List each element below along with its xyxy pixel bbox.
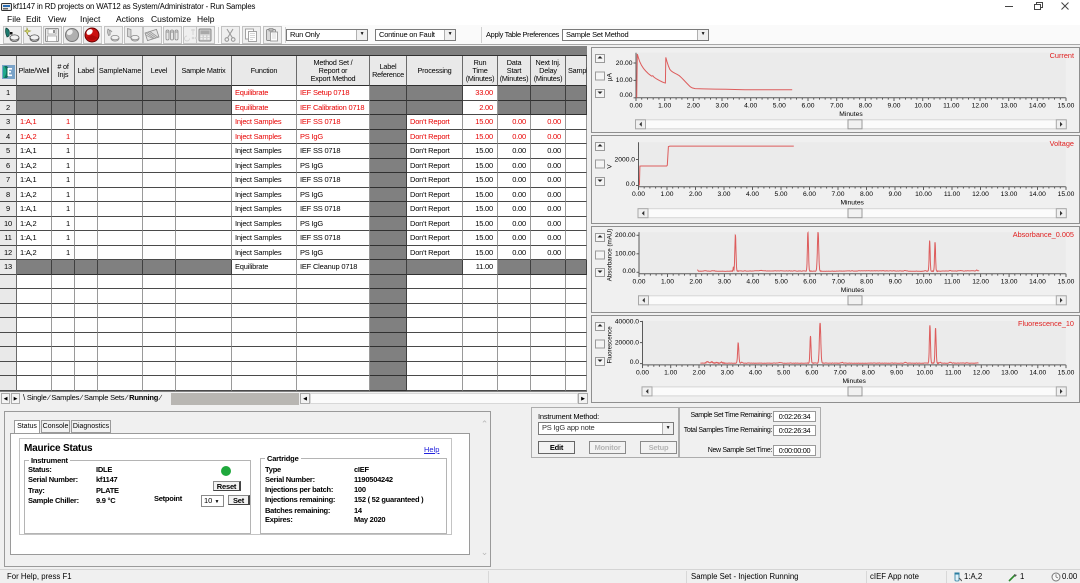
svg-text:20000.0: 20000.0 [615, 339, 639, 346]
svg-text:7.00: 7.00 [834, 369, 847, 376]
svg-text:6.00: 6.00 [805, 369, 818, 376]
svg-text:40000.0: 40000.0 [615, 318, 639, 325]
svg-text:9.00: 9.00 [888, 191, 901, 198]
svg-text:12.00: 12.00 [973, 369, 990, 376]
svg-text:9.00: 9.00 [889, 278, 902, 285]
svg-text:2.00: 2.00 [692, 369, 705, 376]
svg-text:Voltage: Voltage [1050, 139, 1074, 148]
svg-text:0.00: 0.00 [622, 268, 635, 275]
svg-text:5.00: 5.00 [774, 191, 787, 198]
svg-text:7.00: 7.00 [830, 102, 843, 109]
svg-text:2.00: 2.00 [689, 191, 702, 198]
svg-text:8.00: 8.00 [862, 369, 875, 376]
svg-text:5.00: 5.00 [777, 369, 790, 376]
svg-text:Absorbance (mAU): Absorbance (mAU) [606, 229, 613, 282]
svg-text:Minutes: Minutes [839, 111, 863, 118]
svg-text:0.00: 0.00 [629, 102, 642, 109]
svg-text:Current: Current [1050, 51, 1074, 60]
svg-text:Minutes: Minutes [842, 378, 866, 385]
svg-text:5.00: 5.00 [773, 102, 786, 109]
svg-text:0.0: 0.0 [630, 359, 640, 366]
svg-text:Minutes: Minutes [840, 200, 864, 207]
svg-text:10.00: 10.00 [915, 191, 932, 198]
svg-text:Fluorescence: Fluorescence [606, 326, 613, 364]
svg-text:0.00: 0.00 [632, 278, 645, 285]
svg-text:15.00: 15.00 [1058, 278, 1075, 285]
svg-text:3.00: 3.00 [715, 102, 728, 109]
svg-text:12.00: 12.00 [972, 102, 989, 109]
svg-text:10.00: 10.00 [915, 278, 932, 285]
svg-text:10.00: 10.00 [914, 102, 931, 109]
svg-text:11.00: 11.00 [943, 102, 960, 109]
svg-text:7.00: 7.00 [831, 191, 844, 198]
svg-text:9.00: 9.00 [890, 369, 903, 376]
svg-text:Absorbance_0.005: Absorbance_0.005 [1013, 230, 1074, 239]
svg-text:10.00: 10.00 [616, 77, 633, 84]
svg-text:13.00: 13.00 [1001, 369, 1018, 376]
svg-text:1.00: 1.00 [658, 102, 671, 109]
svg-text:11.00: 11.00 [945, 369, 962, 376]
svg-text:12.00: 12.00 [972, 191, 989, 198]
svg-text:2.00: 2.00 [687, 102, 700, 109]
svg-text:Minutes: Minutes [841, 287, 865, 294]
svg-text:6.00: 6.00 [803, 191, 816, 198]
svg-text:11.00: 11.00 [944, 278, 961, 285]
svg-text:20.00: 20.00 [616, 60, 633, 67]
svg-text:8.00: 8.00 [859, 102, 872, 109]
svg-text:14.00: 14.00 [1029, 191, 1046, 198]
svg-text:3.00: 3.00 [721, 369, 734, 376]
svg-text:3.00: 3.00 [717, 191, 730, 198]
svg-text:8.00: 8.00 [860, 278, 873, 285]
svg-text:µA: µA [606, 73, 613, 82]
svg-text:15.00: 15.00 [1058, 191, 1075, 198]
svg-text:7.00: 7.00 [832, 278, 845, 285]
svg-text:3.00: 3.00 [718, 278, 731, 285]
svg-text:4.00: 4.00 [746, 278, 759, 285]
svg-text:0.0: 0.0 [626, 181, 636, 188]
svg-text:6.00: 6.00 [803, 278, 816, 285]
svg-text:10.00: 10.00 [916, 369, 933, 376]
svg-text:14.00: 14.00 [1029, 278, 1046, 285]
svg-text:4.00: 4.00 [746, 191, 759, 198]
svg-text:100.00: 100.00 [615, 251, 636, 258]
svg-text:V: V [606, 164, 613, 169]
svg-text:5.00: 5.00 [775, 278, 788, 285]
svg-text:1.00: 1.00 [664, 369, 677, 376]
svg-text:9.00: 9.00 [887, 102, 900, 109]
svg-text:1.00: 1.00 [661, 278, 674, 285]
svg-text:12.00: 12.00 [972, 278, 989, 285]
svg-text:6.00: 6.00 [801, 102, 814, 109]
svg-text:1.00: 1.00 [660, 191, 673, 198]
svg-text:4.00: 4.00 [744, 102, 757, 109]
svg-text:15.00: 15.00 [1058, 102, 1075, 109]
svg-text:8.00: 8.00 [860, 191, 873, 198]
svg-text:2.00: 2.00 [689, 278, 702, 285]
svg-text:13.00: 13.00 [1000, 102, 1017, 109]
svg-text:4.00: 4.00 [749, 369, 762, 376]
svg-text:200.00: 200.00 [615, 232, 636, 239]
svg-text:0.00: 0.00 [619, 92, 632, 99]
svg-text:11.00: 11.00 [944, 191, 961, 198]
svg-text:14.00: 14.00 [1029, 102, 1046, 109]
svg-text:13.00: 13.00 [1001, 278, 1018, 285]
svg-text:13.00: 13.00 [1001, 191, 1018, 198]
svg-text:15.00: 15.00 [1058, 369, 1075, 376]
svg-text:Fluorescence_10: Fluorescence_10 [1018, 319, 1074, 328]
svg-text:0.00: 0.00 [636, 369, 649, 376]
svg-text:0.00: 0.00 [632, 191, 645, 198]
svg-text:14.00: 14.00 [1029, 369, 1046, 376]
svg-text:2000.0: 2000.0 [615, 156, 636, 163]
